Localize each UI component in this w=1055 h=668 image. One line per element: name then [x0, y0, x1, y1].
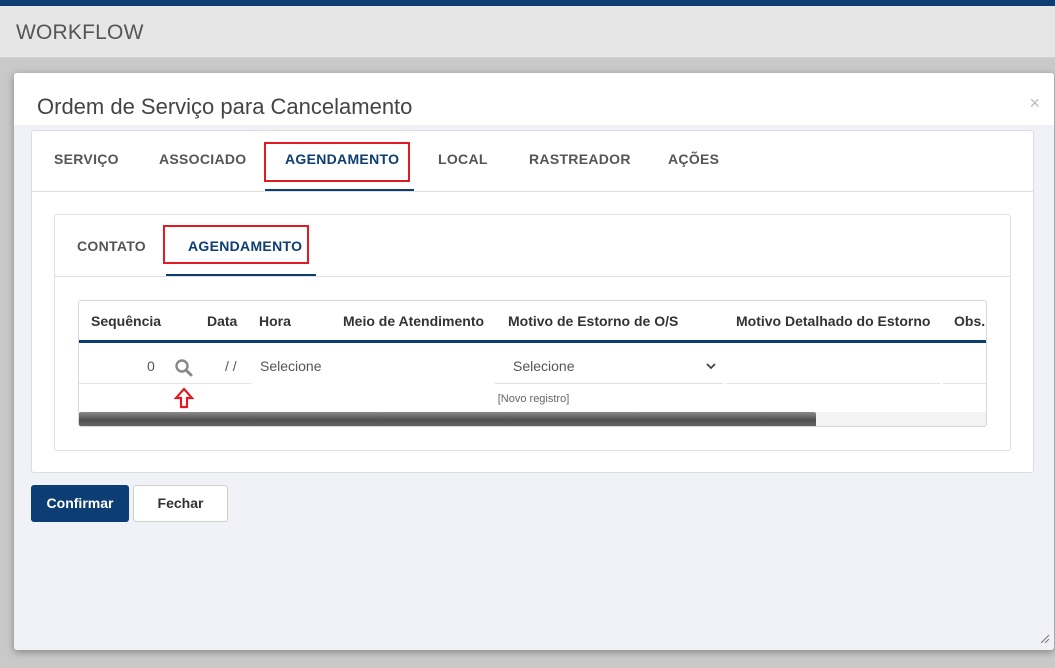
close-button[interactable]: Fechar: [133, 485, 228, 522]
active-tab-indicator: [265, 189, 414, 191]
service-order-modal: Ordem de Serviço para Cancelamento × SER…: [14, 73, 1054, 650]
tab-local[interactable]: LOCAL: [438, 151, 488, 167]
confirm-button[interactable]: Confirmar: [31, 485, 129, 522]
tab-acoes[interactable]: AÇÕES: [668, 151, 719, 167]
sub-tabs: CONTATO AGENDAMENTO: [55, 215, 1010, 277]
scheduling-grid: Sequência Data Hora Meio de Atendimento …: [78, 300, 987, 427]
col-meio-atendimento: Meio de Atendimento: [343, 313, 485, 329]
search-icon[interactable]: [174, 358, 194, 378]
col-hora: Hora: [259, 313, 291, 329]
main-tab-panel: SERVIÇO ASSOCIADO AGENDAMENTO LOCAL RAST…: [31, 130, 1034, 473]
row-divider: [726, 383, 940, 384]
subtab-contato[interactable]: CONTATO: [77, 238, 146, 254]
highlight-box-sub-tab: [163, 225, 309, 264]
active-subtab-indicator: [166, 274, 316, 276]
row-divider: [79, 383, 251, 384]
chevron-down-icon: [706, 363, 716, 370]
grid-header: Sequência Data Hora Meio de Atendimento …: [79, 301, 986, 343]
sub-tab-panel: CONTATO AGENDAMENTO Sequência Data Hora …: [54, 214, 1011, 451]
modal-header: Ordem de Serviço para Cancelamento ×: [14, 73, 1054, 125]
horizontal-scrollbar[interactable]: [79, 412, 816, 426]
cell-sequencia: 0: [147, 358, 155, 374]
tab-rastreador[interactable]: RASTREADOR: [529, 151, 631, 167]
col-sequencia: Sequência: [91, 313, 162, 329]
app-title: WORKFLOW: [16, 21, 144, 44]
close-icon[interactable]: ×: [1029, 93, 1040, 114]
new-record-link[interactable]: [Novo registro]: [79, 393, 986, 405]
main-tabs: SERVIÇO ASSOCIADO AGENDAMENTO LOCAL RAST…: [32, 131, 1033, 192]
motivo-estorno-value: Selecione: [513, 358, 575, 374]
row-divider: [943, 383, 986, 384]
tab-associado[interactable]: ASSOCIADO: [159, 151, 247, 167]
cell-hora[interactable]: Selecione: [260, 358, 322, 374]
col-data: Data: [207, 313, 238, 329]
resize-grip-icon[interactable]: [1040, 634, 1050, 644]
table-row: 0 / / Selecione Selecione: [79, 345, 986, 384]
modal-title: Ordem de Serviço para Cancelamento: [37, 94, 413, 119]
app-header: WORKFLOW: [0, 6, 1055, 58]
tab-servico[interactable]: SERVIÇO: [54, 151, 119, 167]
highlight-box-main-tab: [264, 142, 410, 182]
cell-data[interactable]: / /: [225, 358, 237, 374]
col-obs: Obs.: [954, 313, 986, 329]
col-motivo-estorno: Motivo de Estorno de O/S: [508, 313, 679, 329]
motivo-estorno-select[interactable]: Selecione: [495, 348, 723, 384]
col-motivo-detalhado: Motivo Detalhado do Estorno: [736, 313, 931, 329]
